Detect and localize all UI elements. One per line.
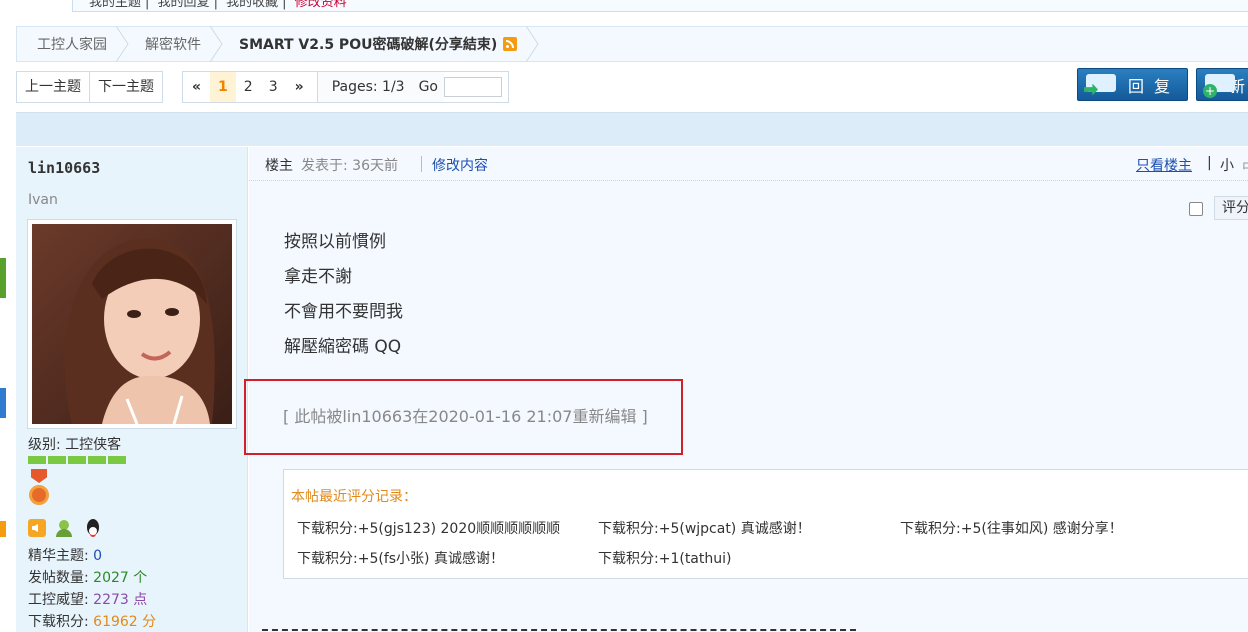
edge-artifact — [0, 258, 6, 298]
topic-nav: 上一主题 下一主题 — [16, 71, 163, 103]
pager-go-input[interactable] — [444, 77, 502, 97]
rating-item: 下载积分:+5(wjpcat) 真诚感谢！ — [598, 521, 811, 537]
reply-button[interactable]: 回复 — [1077, 68, 1188, 101]
select-post-checkbox[interactable] — [1189, 202, 1203, 216]
stat-value: 2027 个 — [93, 570, 148, 586]
separator: | — [1207, 155, 1212, 171]
pager-page-1[interactable]: 1 — [210, 72, 236, 102]
author-level: 级别: 工控侠客 — [28, 437, 122, 453]
rating-log: 本帖最近评分记录： 下载积分:+5(gjs123) 2020顺顺顺顺顺顺 下载积… — [283, 469, 1248, 579]
speaker-icon[interactable] — [28, 519, 46, 537]
post-time: 发表于: 36天前 — [301, 158, 398, 174]
pager-last-button[interactable]: » — [286, 72, 313, 102]
prev-topic-button[interactable]: 上一主题 — [17, 72, 89, 102]
signature-divider — [262, 629, 856, 631]
medal-icon — [27, 469, 51, 511]
font-medium-link[interactable]: 中 — [1242, 157, 1248, 177]
link-my-replies[interactable]: 我的回复 — [158, 0, 210, 10]
avatar-image — [32, 224, 232, 424]
new-topic-button[interactable]: + 新 — [1196, 68, 1248, 101]
pager-page-3[interactable]: 3 — [261, 72, 286, 102]
author-username[interactable]: lin10663 — [28, 159, 100, 177]
rating-item: 下载积分:+5(fs小张) 真诚感谢！ — [297, 551, 504, 567]
floor-label: 楼主 — [265, 158, 293, 174]
post-line: 按照以前慣例 — [284, 232, 386, 252]
rating-item: 下载积分:+1(tathui) — [598, 551, 732, 567]
link-my-favorites[interactable]: 我的收藏 — [226, 0, 278, 10]
rating-item: 下载积分:+5(往事如风) 感谢分享！ — [900, 521, 1123, 537]
stat-row: 发帖数量: 2027 个 — [28, 570, 148, 586]
breadcrumb: 工控人家园 解密软件 SMART V2.5 POU密碼破解(分享結束) — [16, 26, 1248, 62]
next-topic-button[interactable]: 下一主题 — [89, 72, 162, 102]
author-actions — [28, 519, 102, 537]
stat-row: 下载积分: 61962 分 — [28, 614, 157, 630]
reply-icon — [1084, 72, 1120, 98]
rss-icon[interactable] — [503, 37, 518, 51]
post-line: 拿走不謝 — [284, 267, 352, 287]
edge-artifact — [0, 521, 6, 537]
post-body: 评分 按照以前慣例 拿走不謝 不會用不要問我 解壓縮密碼 QQ [ 此帖被lin… — [244, 181, 1248, 632]
page-title: SMART V2.5 POU密碼破解(分享結束) — [239, 37, 498, 53]
edit-post-link[interactable]: 修改内容 — [432, 155, 488, 175]
author-stats: 精华主题: 0 发帖数量: 2027 个 工控威望: 2273 点 下载积分: … — [28, 545, 156, 632]
pager-go-label: Go — [418, 72, 444, 102]
pager: « 1 2 3 » Pages: 1/3 Go — [182, 71, 509, 103]
add-friend-icon[interactable] — [56, 519, 74, 537]
stat-value: 61962 分 — [93, 614, 157, 630]
post-header: 楼主 发表于: 36天前 修改内容 只看楼主 | 小 中 — [249, 147, 1248, 181]
pager-page-2[interactable]: 2 — [236, 72, 261, 102]
pager-info: Pages: 1/3 — [316, 72, 419, 102]
breadcrumb-home[interactable]: 工控人家园 — [17, 26, 129, 62]
author-profile: lin10663 Ivan 级别: 工控侠客 精华主题: 0 发帖数量: 202… — [16, 147, 248, 632]
edited-note: [ 此帖被lin10663在2020-01-16 21:07重新编辑 ] — [283, 407, 648, 426]
stat-value: 2273 点 — [93, 592, 148, 608]
author-nickname: Ivan — [28, 192, 58, 208]
rating-item: 下载积分:+5(gjs123) 2020顺顺顺顺顺顺 — [297, 521, 561, 537]
edge-artifact — [0, 388, 6, 418]
stat-row: 工控威望: 2273 点 — [28, 592, 148, 608]
post-line: 解壓縮密碼 QQ — [284, 337, 402, 357]
avatar[interactable] — [27, 219, 237, 429]
pager-first-button[interactable]: « — [183, 72, 210, 102]
font-small-link[interactable]: 小 — [1220, 155, 1234, 175]
breadcrumb-separator — [526, 26, 539, 62]
post-content: 按照以前慣例 拿走不謝 不會用不要問我 解壓縮密碼 QQ — [284, 225, 403, 365]
rating-log-title: 本帖最近评分记录： — [291, 489, 417, 505]
rate-button[interactable]: 评分 — [1214, 196, 1248, 220]
divider — [421, 156, 422, 172]
post-line: 不會用不要問我 — [284, 302, 403, 322]
thread-toolbar — [16, 112, 1248, 146]
only-author-link[interactable]: 只看楼主 — [1136, 155, 1192, 175]
new-topic-icon: + — [1203, 72, 1235, 98]
stat-value: 0 — [93, 548, 103, 564]
breadcrumb-current: SMART V2.5 POU密碼破解(分享結束) — [219, 26, 539, 62]
link-my-topics[interactable]: 我的主题 — [89, 0, 141, 10]
breadcrumb-forum[interactable]: 解密软件 — [125, 26, 223, 62]
stat-row: 精华主题: 0 — [28, 548, 103, 564]
link-edit-profile[interactable]: 修改资料 — [295, 0, 347, 10]
top-user-links: 我的主题 | 我的回复 | 我的收藏 | 修改资料 — [72, 0, 1248, 12]
level-progress-bar — [28, 456, 128, 464]
qq-icon[interactable] — [84, 519, 102, 537]
